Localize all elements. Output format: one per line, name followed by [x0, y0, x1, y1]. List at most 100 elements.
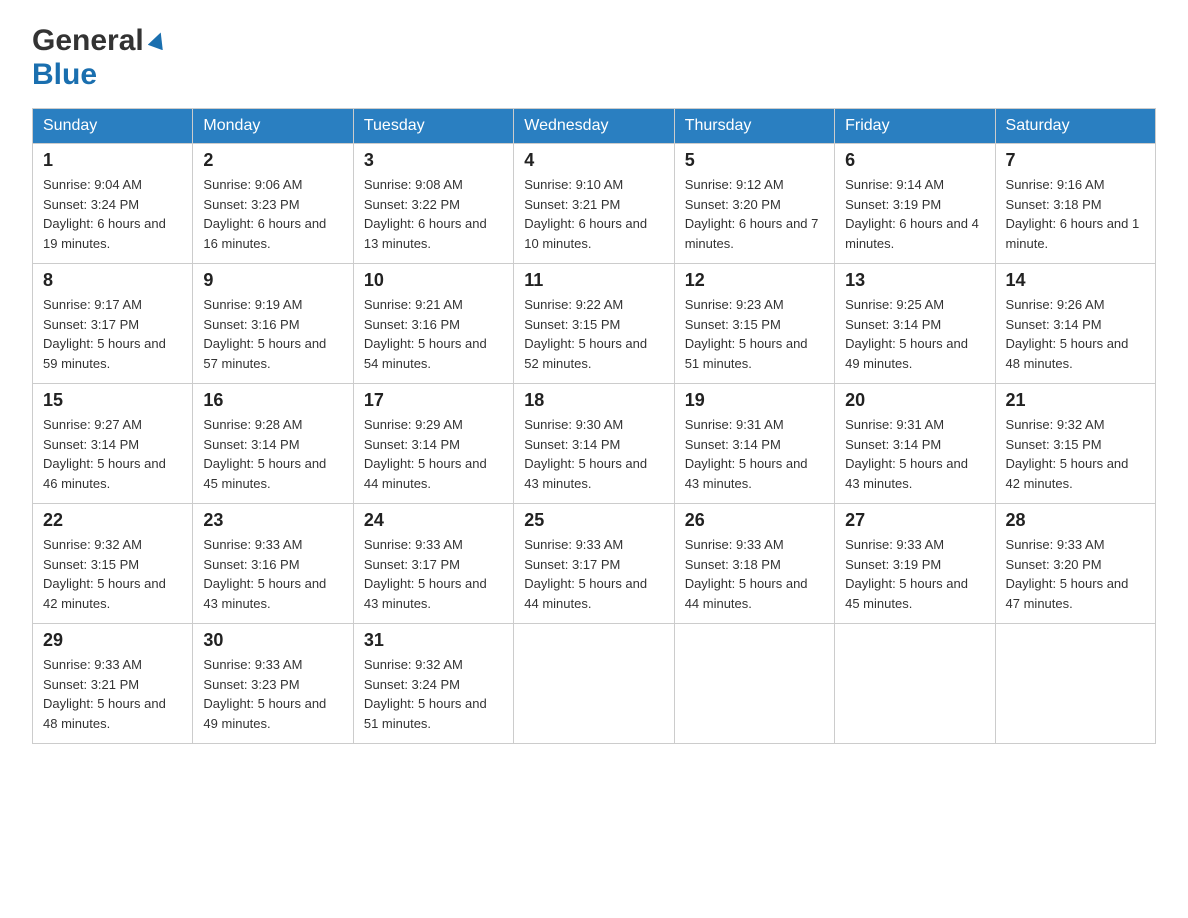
calendar-cell: 17 Sunrise: 9:29 AMSunset: 3:14 PMDaylig…	[353, 384, 513, 504]
day-number: 30	[203, 630, 342, 651]
day-number: 27	[845, 510, 984, 531]
weekday-header-tuesday: Tuesday	[353, 109, 513, 144]
day-number: 31	[364, 630, 503, 651]
day-number: 11	[524, 270, 663, 291]
calendar-cell: 21 Sunrise: 9:32 AMSunset: 3:15 PMDaylig…	[995, 384, 1155, 504]
day-info: Sunrise: 9:33 AMSunset: 3:23 PMDaylight:…	[203, 657, 326, 731]
calendar-week-row: 8 Sunrise: 9:17 AMSunset: 3:17 PMDayligh…	[33, 264, 1156, 384]
weekday-header-thursday: Thursday	[674, 109, 834, 144]
calendar-cell: 15 Sunrise: 9:27 AMSunset: 3:14 PMDaylig…	[33, 384, 193, 504]
day-number: 29	[43, 630, 182, 651]
day-info: Sunrise: 9:33 AMSunset: 3:17 PMDaylight:…	[364, 537, 487, 611]
calendar-cell: 20 Sunrise: 9:31 AMSunset: 3:14 PMDaylig…	[835, 384, 995, 504]
calendar-cell	[674, 624, 834, 744]
day-info: Sunrise: 9:33 AMSunset: 3:17 PMDaylight:…	[524, 537, 647, 611]
day-info: Sunrise: 9:27 AMSunset: 3:14 PMDaylight:…	[43, 417, 166, 491]
day-info: Sunrise: 9:32 AMSunset: 3:15 PMDaylight:…	[1006, 417, 1129, 491]
day-number: 6	[845, 150, 984, 171]
calendar-week-row: 22 Sunrise: 9:32 AMSunset: 3:15 PMDaylig…	[33, 504, 1156, 624]
calendar-cell	[995, 624, 1155, 744]
day-number: 19	[685, 390, 824, 411]
day-info: Sunrise: 9:29 AMSunset: 3:14 PMDaylight:…	[364, 417, 487, 491]
calendar-cell: 18 Sunrise: 9:30 AMSunset: 3:14 PMDaylig…	[514, 384, 674, 504]
day-info: Sunrise: 9:33 AMSunset: 3:19 PMDaylight:…	[845, 537, 968, 611]
calendar-week-row: 1 Sunrise: 9:04 AMSunset: 3:24 PMDayligh…	[33, 144, 1156, 264]
day-number: 26	[685, 510, 824, 531]
calendar-table: SundayMondayTuesdayWednesdayThursdayFrid…	[32, 108, 1156, 744]
day-number: 22	[43, 510, 182, 531]
day-number: 8	[43, 270, 182, 291]
calendar-week-row: 15 Sunrise: 9:27 AMSunset: 3:14 PMDaylig…	[33, 384, 1156, 504]
logo-triangle-icon	[148, 28, 168, 55]
calendar-cell: 12 Sunrise: 9:23 AMSunset: 3:15 PMDaylig…	[674, 264, 834, 384]
day-info: Sunrise: 9:32 AMSunset: 3:24 PMDaylight:…	[364, 657, 487, 731]
calendar-cell: 5 Sunrise: 9:12 AMSunset: 3:20 PMDayligh…	[674, 144, 834, 264]
calendar-cell: 29 Sunrise: 9:33 AMSunset: 3:21 PMDaylig…	[33, 624, 193, 744]
logo-general-text: General	[32, 24, 144, 58]
day-number: 24	[364, 510, 503, 531]
day-number: 3	[364, 150, 503, 171]
day-info: Sunrise: 9:14 AMSunset: 3:19 PMDaylight:…	[845, 177, 979, 251]
day-info: Sunrise: 9:08 AMSunset: 3:22 PMDaylight:…	[364, 177, 487, 251]
calendar-cell: 13 Sunrise: 9:25 AMSunset: 3:14 PMDaylig…	[835, 264, 995, 384]
day-info: Sunrise: 9:31 AMSunset: 3:14 PMDaylight:…	[685, 417, 808, 491]
day-number: 5	[685, 150, 824, 171]
day-info: Sunrise: 9:06 AMSunset: 3:23 PMDaylight:…	[203, 177, 326, 251]
weekday-header-friday: Friday	[835, 109, 995, 144]
day-number: 23	[203, 510, 342, 531]
day-info: Sunrise: 9:26 AMSunset: 3:14 PMDaylight:…	[1006, 297, 1129, 371]
calendar-cell: 6 Sunrise: 9:14 AMSunset: 3:19 PMDayligh…	[835, 144, 995, 264]
weekday-header-wednesday: Wednesday	[514, 109, 674, 144]
day-info: Sunrise: 9:04 AMSunset: 3:24 PMDaylight:…	[43, 177, 166, 251]
calendar-cell: 28 Sunrise: 9:33 AMSunset: 3:20 PMDaylig…	[995, 504, 1155, 624]
day-info: Sunrise: 9:19 AMSunset: 3:16 PMDaylight:…	[203, 297, 326, 371]
day-number: 14	[1006, 270, 1145, 291]
day-info: Sunrise: 9:21 AMSunset: 3:16 PMDaylight:…	[364, 297, 487, 371]
calendar-cell	[514, 624, 674, 744]
day-info: Sunrise: 9:22 AMSunset: 3:15 PMDaylight:…	[524, 297, 647, 371]
day-number: 7	[1006, 150, 1145, 171]
page-header: General Blue	[32, 24, 1156, 92]
calendar-cell	[835, 624, 995, 744]
day-number: 16	[203, 390, 342, 411]
calendar-cell: 4 Sunrise: 9:10 AMSunset: 3:21 PMDayligh…	[514, 144, 674, 264]
day-number: 1	[43, 150, 182, 171]
day-info: Sunrise: 9:12 AMSunset: 3:20 PMDaylight:…	[685, 177, 819, 251]
calendar-cell: 7 Sunrise: 9:16 AMSunset: 3:18 PMDayligh…	[995, 144, 1155, 264]
logo: General Blue	[32, 24, 168, 92]
logo-blue-text: Blue	[32, 58, 97, 91]
calendar-header-row: SundayMondayTuesdayWednesdayThursdayFrid…	[33, 109, 1156, 144]
calendar-cell: 10 Sunrise: 9:21 AMSunset: 3:16 PMDaylig…	[353, 264, 513, 384]
day-info: Sunrise: 9:10 AMSunset: 3:21 PMDaylight:…	[524, 177, 647, 251]
day-info: Sunrise: 9:33 AMSunset: 3:21 PMDaylight:…	[43, 657, 166, 731]
day-info: Sunrise: 9:23 AMSunset: 3:15 PMDaylight:…	[685, 297, 808, 371]
calendar-cell: 14 Sunrise: 9:26 AMSunset: 3:14 PMDaylig…	[995, 264, 1155, 384]
calendar-cell: 2 Sunrise: 9:06 AMSunset: 3:23 PMDayligh…	[193, 144, 353, 264]
calendar-cell: 27 Sunrise: 9:33 AMSunset: 3:19 PMDaylig…	[835, 504, 995, 624]
calendar-cell: 26 Sunrise: 9:33 AMSunset: 3:18 PMDaylig…	[674, 504, 834, 624]
day-info: Sunrise: 9:30 AMSunset: 3:14 PMDaylight:…	[524, 417, 647, 491]
weekday-header-saturday: Saturday	[995, 109, 1155, 144]
calendar-cell: 31 Sunrise: 9:32 AMSunset: 3:24 PMDaylig…	[353, 624, 513, 744]
calendar-cell: 23 Sunrise: 9:33 AMSunset: 3:16 PMDaylig…	[193, 504, 353, 624]
calendar-cell: 8 Sunrise: 9:17 AMSunset: 3:17 PMDayligh…	[33, 264, 193, 384]
day-info: Sunrise: 9:17 AMSunset: 3:17 PMDaylight:…	[43, 297, 166, 371]
calendar-cell: 1 Sunrise: 9:04 AMSunset: 3:24 PMDayligh…	[33, 144, 193, 264]
calendar-cell: 24 Sunrise: 9:33 AMSunset: 3:17 PMDaylig…	[353, 504, 513, 624]
day-number: 25	[524, 510, 663, 531]
day-info: Sunrise: 9:31 AMSunset: 3:14 PMDaylight:…	[845, 417, 968, 491]
day-number: 18	[524, 390, 663, 411]
day-info: Sunrise: 9:32 AMSunset: 3:15 PMDaylight:…	[43, 537, 166, 611]
weekday-header-monday: Monday	[193, 109, 353, 144]
calendar-cell: 9 Sunrise: 9:19 AMSunset: 3:16 PMDayligh…	[193, 264, 353, 384]
calendar-cell: 30 Sunrise: 9:33 AMSunset: 3:23 PMDaylig…	[193, 624, 353, 744]
day-info: Sunrise: 9:25 AMSunset: 3:14 PMDaylight:…	[845, 297, 968, 371]
calendar-cell: 25 Sunrise: 9:33 AMSunset: 3:17 PMDaylig…	[514, 504, 674, 624]
day-number: 21	[1006, 390, 1145, 411]
day-number: 9	[203, 270, 342, 291]
calendar-cell: 11 Sunrise: 9:22 AMSunset: 3:15 PMDaylig…	[514, 264, 674, 384]
day-number: 4	[524, 150, 663, 171]
day-info: Sunrise: 9:33 AMSunset: 3:16 PMDaylight:…	[203, 537, 326, 611]
day-number: 28	[1006, 510, 1145, 531]
day-number: 2	[203, 150, 342, 171]
